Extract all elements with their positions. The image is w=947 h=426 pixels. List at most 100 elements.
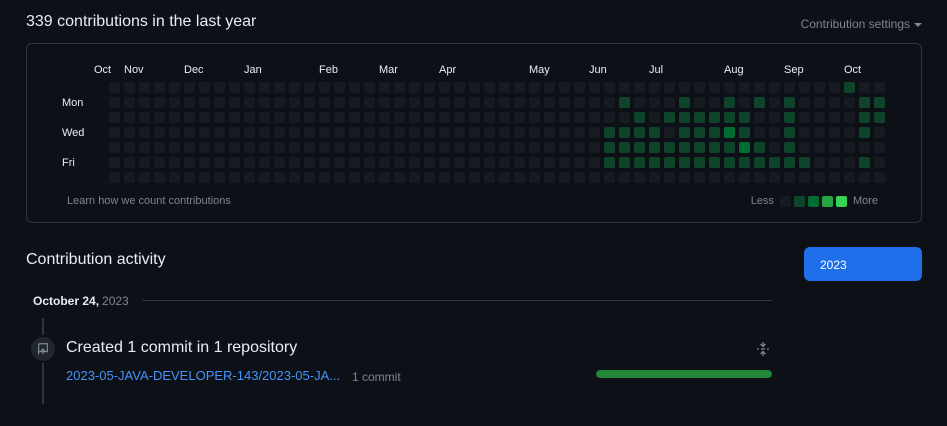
contribution-day[interactable]	[424, 127, 435, 138]
contribution-day[interactable]	[649, 112, 660, 123]
contribution-day[interactable]	[199, 127, 210, 138]
contribution-day[interactable]	[589, 157, 600, 168]
contribution-day[interactable]	[514, 157, 525, 168]
contribution-day[interactable]	[349, 97, 360, 108]
contribution-day[interactable]	[409, 82, 420, 93]
contribution-day[interactable]	[799, 157, 810, 168]
contribution-day[interactable]	[829, 112, 840, 123]
contribution-day[interactable]	[829, 172, 840, 183]
contribution-day[interactable]	[664, 127, 675, 138]
contribution-day[interactable]	[829, 127, 840, 138]
contribution-day[interactable]	[469, 172, 480, 183]
contribution-day[interactable]	[304, 112, 315, 123]
contribution-day[interactable]	[514, 127, 525, 138]
contribution-day[interactable]	[319, 142, 330, 153]
contribution-day[interactable]	[784, 142, 795, 153]
contribution-day[interactable]	[124, 82, 135, 93]
contribution-day[interactable]	[499, 157, 510, 168]
contribution-day[interactable]	[589, 142, 600, 153]
contribution-day[interactable]	[799, 142, 810, 153]
contribution-day[interactable]	[544, 142, 555, 153]
contribution-day[interactable]	[679, 157, 690, 168]
contribution-day[interactable]	[289, 142, 300, 153]
contribution-day[interactable]	[544, 127, 555, 138]
contribution-day[interactable]	[229, 97, 240, 108]
contribution-day[interactable]	[574, 157, 585, 168]
contribution-day[interactable]	[379, 157, 390, 168]
contribution-day[interactable]	[199, 82, 210, 93]
contribution-day[interactable]	[169, 127, 180, 138]
contribution-day[interactable]	[184, 142, 195, 153]
contribution-day[interactable]	[394, 127, 405, 138]
contribution-day[interactable]	[274, 172, 285, 183]
contribution-day[interactable]	[454, 82, 465, 93]
contribution-day[interactable]	[334, 172, 345, 183]
contribution-day[interactable]	[544, 172, 555, 183]
contribution-day[interactable]	[139, 127, 150, 138]
contribution-day[interactable]	[424, 82, 435, 93]
contribution-day[interactable]	[784, 157, 795, 168]
contribution-day[interactable]	[259, 172, 270, 183]
contribution-day[interactable]	[124, 172, 135, 183]
contribution-day[interactable]	[604, 142, 615, 153]
contribution-day[interactable]	[874, 172, 885, 183]
contribution-day[interactable]	[754, 172, 765, 183]
contribution-day[interactable]	[709, 172, 720, 183]
contribution-day[interactable]	[544, 112, 555, 123]
contribution-day[interactable]	[709, 157, 720, 168]
contribution-day[interactable]	[529, 97, 540, 108]
contribution-day[interactable]	[199, 142, 210, 153]
contribution-day[interactable]	[619, 82, 630, 93]
contribution-day[interactable]	[634, 97, 645, 108]
contribution-day[interactable]	[319, 112, 330, 123]
contribution-day[interactable]	[604, 112, 615, 123]
contribution-day[interactable]	[694, 112, 705, 123]
contribution-day[interactable]	[694, 127, 705, 138]
contribution-day[interactable]	[619, 157, 630, 168]
contribution-day[interactable]	[124, 142, 135, 153]
contribution-day[interactable]	[259, 142, 270, 153]
contribution-day[interactable]	[844, 127, 855, 138]
contribution-day[interactable]	[574, 172, 585, 183]
contribution-day[interactable]	[724, 142, 735, 153]
contribution-day[interactable]	[244, 157, 255, 168]
contribution-day[interactable]	[409, 172, 420, 183]
contribution-day[interactable]	[124, 127, 135, 138]
contribution-day[interactable]	[274, 127, 285, 138]
contribution-day[interactable]	[829, 157, 840, 168]
contribution-day[interactable]	[439, 142, 450, 153]
contribution-day[interactable]	[394, 157, 405, 168]
contribution-day[interactable]	[259, 82, 270, 93]
contribution-day[interactable]	[409, 142, 420, 153]
contribution-day[interactable]	[484, 97, 495, 108]
contribution-day[interactable]	[514, 172, 525, 183]
contribution-day[interactable]	[529, 82, 540, 93]
contribution-day[interactable]	[529, 112, 540, 123]
contribution-day[interactable]	[739, 172, 750, 183]
contribution-day[interactable]	[664, 97, 675, 108]
contribution-settings-dropdown[interactable]: Contribution settings	[801, 17, 922, 31]
contribution-day[interactable]	[154, 142, 165, 153]
contribution-day[interactable]	[589, 112, 600, 123]
contribution-day[interactable]	[499, 82, 510, 93]
contribution-day[interactable]	[184, 97, 195, 108]
contribution-day[interactable]	[784, 127, 795, 138]
contribution-day[interactable]	[799, 127, 810, 138]
contribution-day[interactable]	[304, 127, 315, 138]
contribution-day[interactable]	[214, 82, 225, 93]
contribution-day[interactable]	[784, 97, 795, 108]
contribution-day[interactable]	[259, 157, 270, 168]
contribution-day[interactable]	[154, 127, 165, 138]
contribution-day[interactable]	[559, 127, 570, 138]
contribution-day[interactable]	[109, 82, 120, 93]
contribution-day[interactable]	[379, 127, 390, 138]
contribution-day[interactable]	[379, 142, 390, 153]
contribution-day[interactable]	[289, 172, 300, 183]
contribution-day[interactable]	[634, 172, 645, 183]
contribution-day[interactable]	[319, 172, 330, 183]
contribution-day[interactable]	[724, 127, 735, 138]
contribution-day[interactable]	[259, 97, 270, 108]
contribution-day[interactable]	[349, 127, 360, 138]
contribution-day[interactable]	[364, 157, 375, 168]
contribution-day[interactable]	[574, 127, 585, 138]
